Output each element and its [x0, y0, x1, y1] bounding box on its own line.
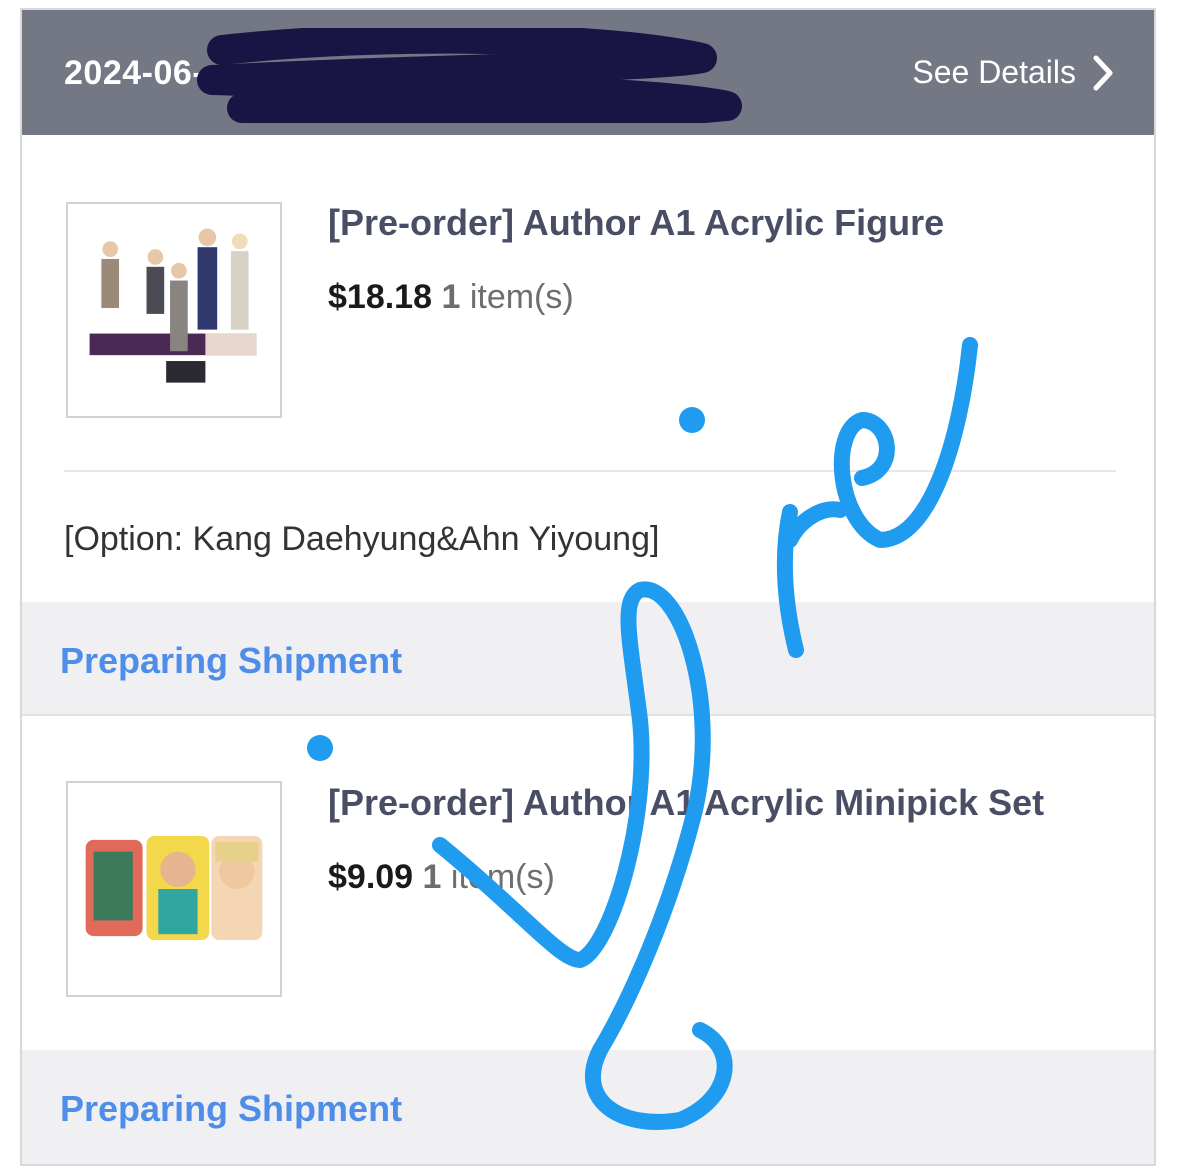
price-line: $18.18 1 item(s): [328, 278, 574, 317]
status-bar: Preparing Shipment: [22, 1050, 1154, 1164]
chevron-right-icon: [1093, 55, 1113, 90]
product-price: $18.18: [328, 278, 432, 316]
product-thumbnail-minipick[interactable]: [66, 781, 282, 997]
status-bar: Preparing Shipment: [22, 602, 1154, 714]
price-line: $9.09 1 item(s): [328, 858, 555, 897]
see-details-link[interactable]: See Details: [912, 54, 1114, 91]
item-quantity-label: item(s): [469, 278, 574, 316]
shipment-status: Preparing Shipment: [60, 640, 403, 681]
product-title[interactable]: [Pre-order] Author A1 Acrylic Minipick S…: [328, 782, 1044, 824]
order-header: 2024-06- See Details: [22, 10, 1154, 135]
see-details-label: See Details: [912, 54, 1076, 90]
divider: [64, 470, 1116, 472]
item-quantity: 1: [441, 278, 461, 316]
shipment-status: Preparing Shipment: [60, 1088, 403, 1129]
product-option: [Option: Kang Daehyung&Ahn Yiyoung]: [64, 520, 660, 558]
order-card: 2024-06- See Details [Pre-order] Author …: [20, 8, 1156, 1166]
product-title[interactable]: [Pre-order] Author A1 Acrylic Figure: [328, 202, 944, 244]
item-quantity: 1: [422, 858, 442, 896]
item-quantity-label: item(s): [450, 858, 555, 896]
product-thumbnail-figure[interactable]: [66, 202, 282, 418]
minipick-set-image: [85, 836, 263, 941]
redaction-scribble: [197, 28, 742, 123]
order-separator: [22, 714, 1154, 716]
product-price: $9.09: [328, 858, 414, 896]
acrylic-figure-image: [89, 228, 257, 383]
